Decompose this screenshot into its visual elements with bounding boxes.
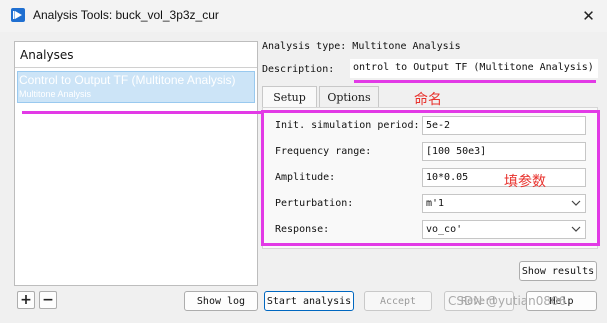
remove-analysis-button[interactable]: −: [39, 291, 57, 309]
description-field[interactable]: ontrol to Output TF (Multitone Analysis): [350, 59, 598, 78]
accept-button[interactable]: Accept: [364, 291, 432, 311]
annotation-setup-box: [261, 110, 600, 246]
watermark: CSDN @yutian0806: [448, 294, 567, 308]
window-title: Analysis Tools: buck_vol_3p3z_cur: [33, 8, 219, 22]
description-label: Description:: [262, 64, 335, 75]
app-icon: [11, 8, 25, 22]
analyses-header: Analyses: [20, 48, 74, 62]
close-icon[interactable]: ✕: [570, 0, 607, 32]
analysis-name: Control to Output TF (Multitone Analysis…: [19, 73, 236, 87]
show-results-button[interactable]: Show results: [519, 261, 597, 281]
start-analysis-button[interactable]: Start analysis: [264, 291, 354, 311]
annotation-name-note: 命名: [414, 92, 442, 108]
divider: [15, 67, 257, 68]
tab-options[interactable]: Options: [319, 86, 379, 107]
dialog-body: Analyses Control to Output TF (Multitone…: [0, 32, 607, 323]
add-analysis-button[interactable]: +: [17, 291, 35, 309]
analysis-type: Multitone Analysis: [19, 89, 92, 99]
analysis-type-label: Analysis type: Multitone Analysis: [262, 41, 461, 52]
title-bar: Analysis Tools: buck_vol_3p3z_cur ✕: [0, 0, 607, 32]
tab-setup[interactable]: Setup: [262, 86, 317, 107]
show-log-button[interactable]: Show log: [184, 291, 258, 311]
annotation-params-note: 填参数: [504, 174, 546, 190]
annotation-underline-description: [354, 80, 596, 83]
analyses-list: Analyses Control to Output TF (Multitone…: [14, 41, 258, 286]
annotation-underline-analysis: [22, 111, 261, 114]
description-value: ontrol to Output TF (Multitone Analysis): [353, 62, 594, 73]
list-item[interactable]: Control to Output TF (Multitone Analysis…: [17, 71, 255, 103]
